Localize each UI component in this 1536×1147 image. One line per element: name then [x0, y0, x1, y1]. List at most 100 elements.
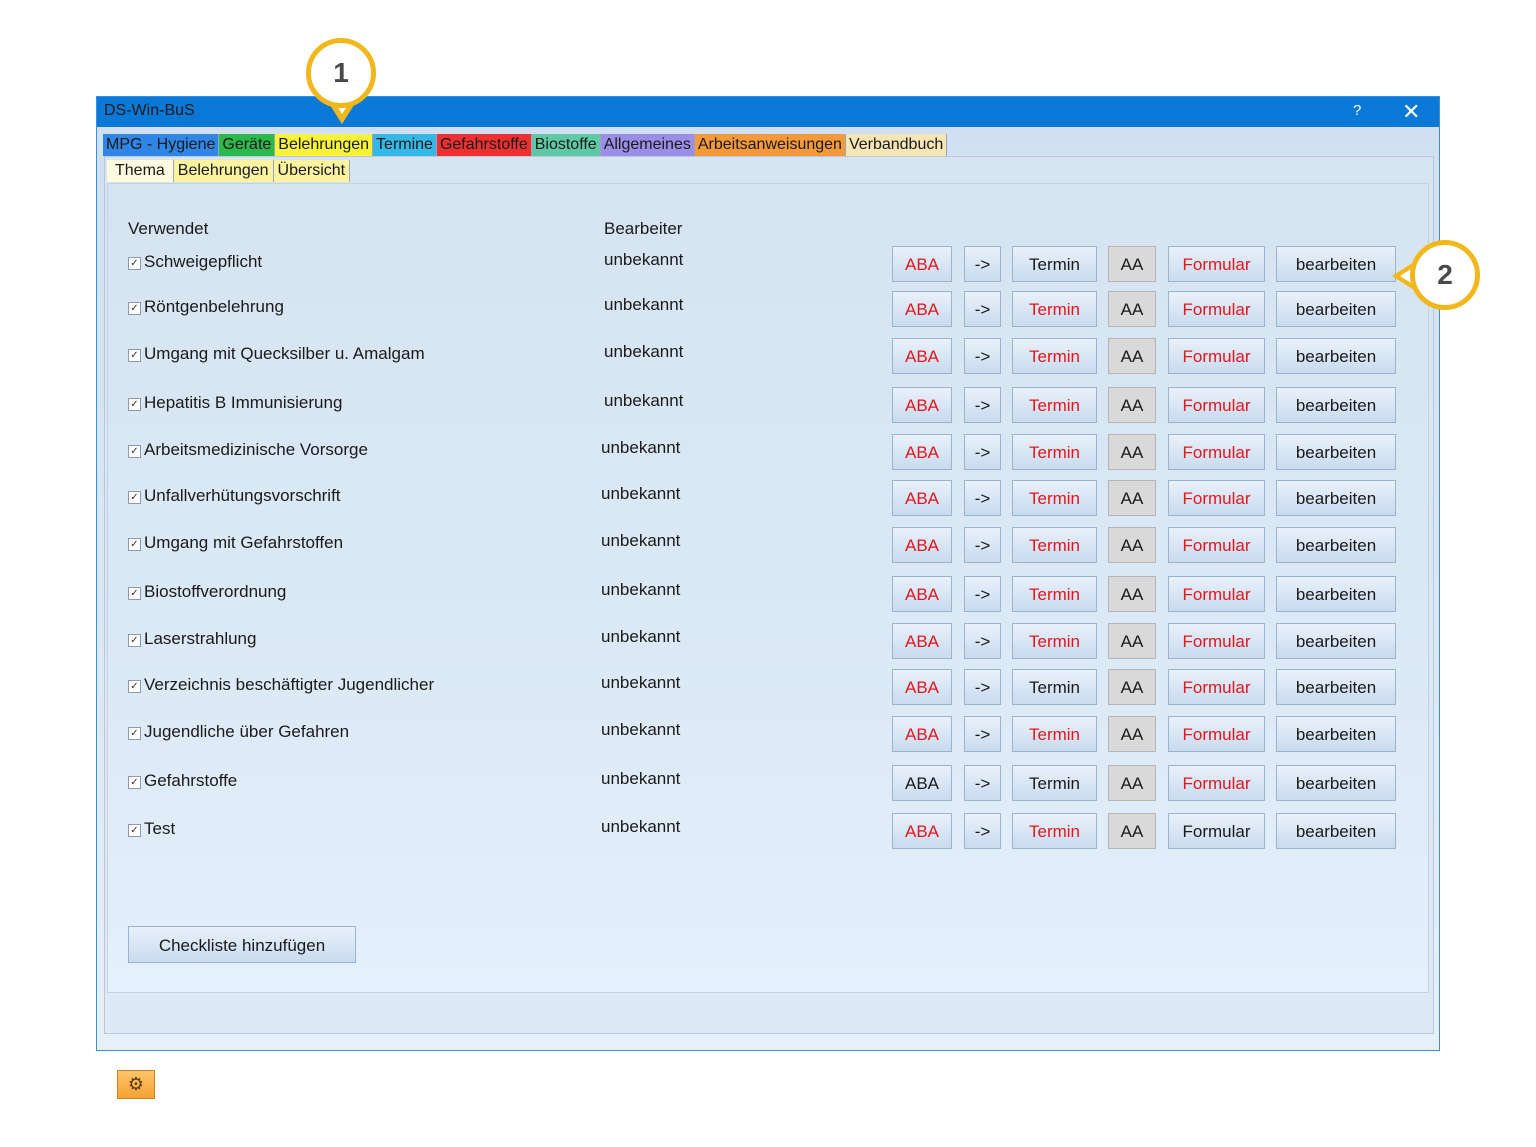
- aba-button[interactable]: ABA: [892, 716, 952, 752]
- formular-button[interactable]: Formular: [1168, 716, 1265, 752]
- bearbeiten-button[interactable]: bearbeiten: [1276, 246, 1396, 282]
- tab-belehrungen[interactable]: Belehrungen: [275, 134, 374, 156]
- tab-arbeitsanweisungen[interactable]: Arbeitsanweisungen: [694, 134, 846, 156]
- aa-button[interactable]: AA: [1108, 291, 1156, 327]
- used-checkbox[interactable]: ✓: [128, 257, 141, 270]
- bearbeiten-button[interactable]: bearbeiten: [1276, 813, 1396, 849]
- used-checkbox[interactable]: ✓: [128, 680, 141, 693]
- aba-button[interactable]: ABA: [892, 291, 952, 327]
- aba-button[interactable]: ABA: [892, 434, 952, 470]
- termin-button[interactable]: Termin: [1012, 434, 1097, 470]
- used-checkbox[interactable]: ✓: [128, 824, 141, 837]
- formular-button[interactable]: Formular: [1168, 669, 1265, 705]
- termin-button[interactable]: Termin: [1012, 527, 1097, 563]
- bearbeiten-button[interactable]: bearbeiten: [1276, 527, 1396, 563]
- aa-button[interactable]: AA: [1108, 576, 1156, 612]
- formular-button[interactable]: Formular: [1168, 338, 1265, 374]
- used-checkbox[interactable]: ✓: [128, 302, 141, 315]
- subtab-belehrungen[interactable]: Belehrungen: [173, 160, 274, 182]
- formular-button[interactable]: Formular: [1168, 813, 1265, 849]
- tab-gefahrstoffe[interactable]: Gefahrstoffe: [436, 134, 532, 156]
- formular-button[interactable]: Formular: [1168, 480, 1265, 516]
- aa-button[interactable]: AA: [1108, 527, 1156, 563]
- arrow-button[interactable]: ->: [964, 813, 1001, 849]
- aa-button[interactable]: AA: [1108, 480, 1156, 516]
- used-checkbox[interactable]: ✓: [128, 398, 141, 411]
- termin-button[interactable]: Termin: [1012, 387, 1097, 423]
- tab-termine[interactable]: Termine: [373, 134, 437, 156]
- aa-button[interactable]: AA: [1108, 246, 1156, 282]
- used-checkbox[interactable]: ✓: [128, 538, 141, 551]
- arrow-button[interactable]: ->: [964, 765, 1001, 801]
- termin-button[interactable]: Termin: [1012, 246, 1097, 282]
- bearbeiten-button[interactable]: bearbeiten: [1276, 480, 1396, 516]
- tab-mpg-hygiene[interactable]: MPG - Hygiene: [103, 134, 220, 156]
- arrow-button[interactable]: ->: [964, 246, 1001, 282]
- formular-button[interactable]: Formular: [1168, 765, 1265, 801]
- arrow-button[interactable]: ->: [964, 527, 1001, 563]
- used-checkbox[interactable]: ✓: [128, 634, 141, 647]
- aba-button[interactable]: ABA: [892, 527, 952, 563]
- arrow-button[interactable]: ->: [964, 716, 1001, 752]
- used-checkbox[interactable]: ✓: [128, 587, 141, 600]
- aa-button[interactable]: AA: [1108, 434, 1156, 470]
- arrow-button[interactable]: ->: [964, 576, 1001, 612]
- aba-button[interactable]: ABA: [892, 338, 952, 374]
- arrow-button[interactable]: ->: [964, 623, 1001, 659]
- bearbeiten-button[interactable]: bearbeiten: [1276, 623, 1396, 659]
- formular-button[interactable]: Formular: [1168, 291, 1265, 327]
- add-checklist-button[interactable]: Checkliste hinzufügen: [128, 926, 356, 963]
- formular-button[interactable]: Formular: [1168, 576, 1265, 612]
- gear-icon[interactable]: ⚙: [117, 1070, 155, 1099]
- used-checkbox[interactable]: ✓: [128, 776, 141, 789]
- arrow-button[interactable]: ->: [964, 669, 1001, 705]
- bearbeiten-button[interactable]: bearbeiten: [1276, 669, 1396, 705]
- bearbeiten-button[interactable]: bearbeiten: [1276, 716, 1396, 752]
- aa-button[interactable]: AA: [1108, 813, 1156, 849]
- aba-button[interactable]: ABA: [892, 246, 952, 282]
- termin-button[interactable]: Termin: [1012, 338, 1097, 374]
- termin-button[interactable]: Termin: [1012, 716, 1097, 752]
- aa-button[interactable]: AA: [1108, 387, 1156, 423]
- termin-button[interactable]: Termin: [1012, 576, 1097, 612]
- formular-button[interactable]: Formular: [1168, 387, 1265, 423]
- arrow-button[interactable]: ->: [964, 338, 1001, 374]
- arrow-button[interactable]: ->: [964, 291, 1001, 327]
- bearbeiten-button[interactable]: bearbeiten: [1276, 387, 1396, 423]
- bearbeiten-button[interactable]: bearbeiten: [1276, 434, 1396, 470]
- aba-button[interactable]: ABA: [892, 387, 952, 423]
- bearbeiten-button[interactable]: bearbeiten: [1276, 291, 1396, 327]
- subtab-thema[interactable]: Thema: [107, 160, 174, 182]
- aa-button[interactable]: AA: [1108, 765, 1156, 801]
- termin-button[interactable]: Termin: [1012, 765, 1097, 801]
- arrow-button[interactable]: ->: [964, 387, 1001, 423]
- help-button[interactable]: ?: [1353, 102, 1361, 119]
- aba-button[interactable]: ABA: [892, 669, 952, 705]
- formular-button[interactable]: Formular: [1168, 527, 1265, 563]
- subtab-übersicht[interactable]: Übersicht: [273, 160, 351, 182]
- tab-allgemeines[interactable]: Allgemeines: [600, 134, 695, 156]
- termin-button[interactable]: Termin: [1012, 813, 1097, 849]
- used-checkbox[interactable]: ✓: [128, 349, 141, 362]
- tab-verbandbuch[interactable]: Verbandbuch: [845, 134, 948, 156]
- bearbeiten-button[interactable]: bearbeiten: [1276, 765, 1396, 801]
- termin-button[interactable]: Termin: [1012, 480, 1097, 516]
- aba-button[interactable]: ABA: [892, 623, 952, 659]
- close-icon[interactable]: ✕: [1402, 99, 1420, 125]
- aa-button[interactable]: AA: [1108, 623, 1156, 659]
- termin-button[interactable]: Termin: [1012, 291, 1097, 327]
- used-checkbox[interactable]: ✓: [128, 727, 141, 740]
- aba-button[interactable]: ABA: [892, 480, 952, 516]
- used-checkbox[interactable]: ✓: [128, 445, 141, 458]
- formular-button[interactable]: Formular: [1168, 246, 1265, 282]
- aba-button[interactable]: ABA: [892, 576, 952, 612]
- formular-button[interactable]: Formular: [1168, 434, 1265, 470]
- bearbeiten-button[interactable]: bearbeiten: [1276, 576, 1396, 612]
- aba-button[interactable]: ABA: [892, 765, 952, 801]
- tab-geräte[interactable]: Geräte: [219, 134, 276, 156]
- aba-button[interactable]: ABA: [892, 813, 952, 849]
- bearbeiten-button[interactable]: bearbeiten: [1276, 338, 1396, 374]
- aa-button[interactable]: AA: [1108, 338, 1156, 374]
- used-checkbox[interactable]: ✓: [128, 491, 141, 504]
- arrow-button[interactable]: ->: [964, 480, 1001, 516]
